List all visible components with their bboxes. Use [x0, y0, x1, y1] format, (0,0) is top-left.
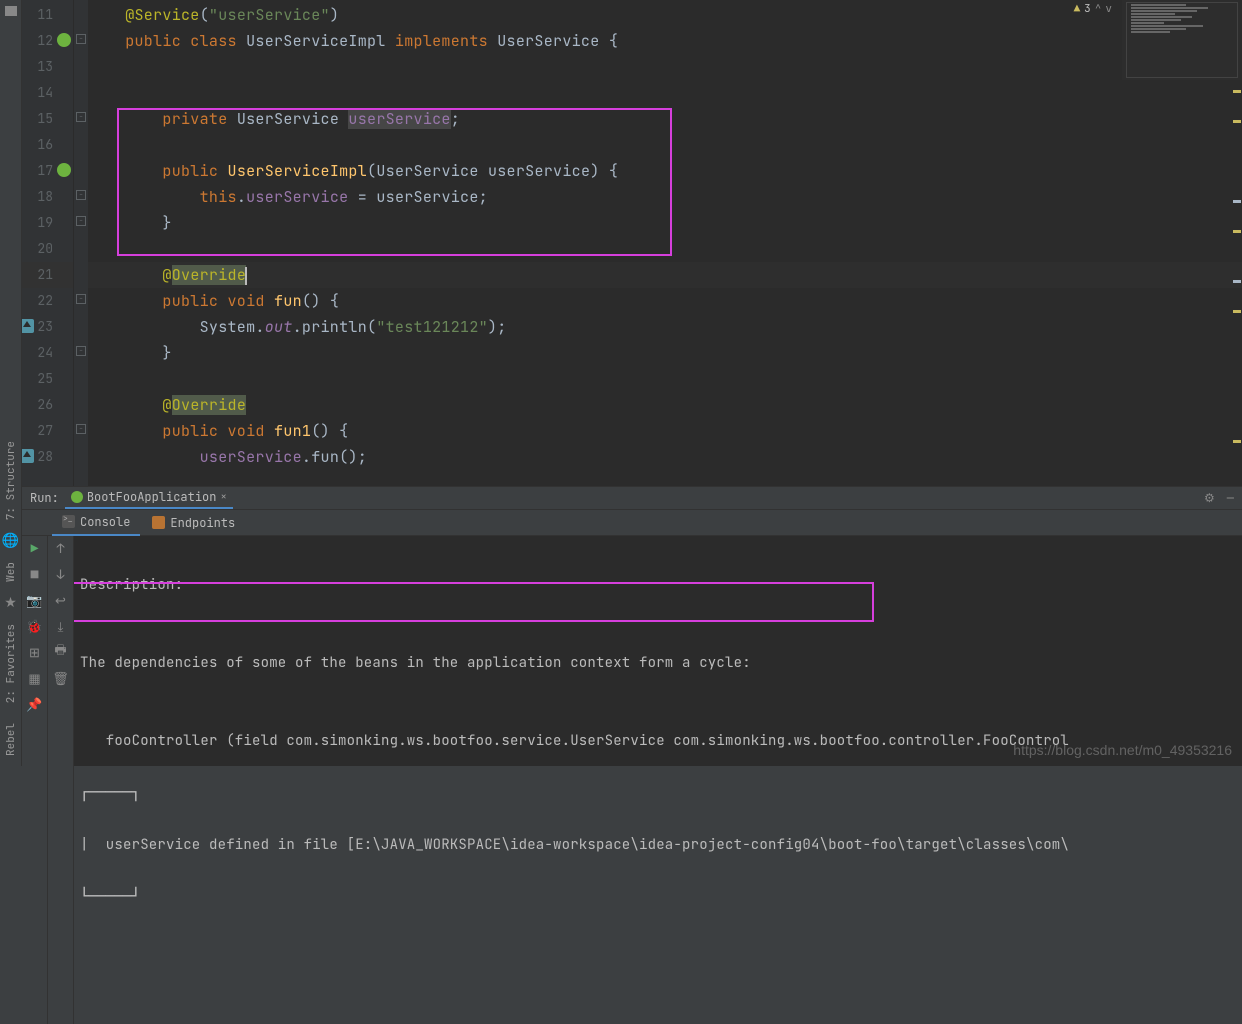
error-stripe[interactable] — [1230, 80, 1242, 486]
fold-marker-icon[interactable]: - — [76, 294, 86, 304]
fold-marker-icon[interactable]: - — [76, 112, 86, 122]
expand-icon[interactable]: v — [1105, 2, 1112, 16]
code-line: public UserServiceImpl(UserService userS… — [88, 158, 1242, 184]
console-line: | userService defined in file [E:\JAVA_W… — [80, 832, 1236, 858]
run-panel-header: Run: BootFooApplication × ⚙ — — [22, 487, 1242, 510]
code-line — [88, 54, 1242, 80]
run-tab-label: BootFooApplication — [87, 489, 217, 505]
spring-bean-icon[interactable] — [57, 163, 71, 177]
code-editor[interactable]: @Service("userService") public class Use… — [88, 0, 1242, 486]
line-number-gutter[interactable]: 11 12 13 14 15 16 17 18 19 20 21 22 23 2… — [22, 0, 74, 486]
left-tool-strip: 7: Structure 🌐 Web ★ 2: Favorites Rebel — [0, 0, 22, 766]
close-icon[interactable]: × — [220, 490, 227, 504]
fold-marker-icon[interactable]: - — [76, 424, 86, 434]
console-line: └─────┘ — [80, 884, 1236, 910]
code-line — [88, 236, 1242, 262]
hide-icon[interactable]: — — [1227, 490, 1234, 506]
console-line: Description: — [80, 572, 1236, 598]
fold-marker-icon[interactable]: - — [76, 216, 86, 226]
up-arrow-icon[interactable]: ↑ — [53, 540, 69, 556]
code-line: @Override — [88, 262, 1242, 288]
camera-icon[interactable]: 📷 — [27, 592, 43, 608]
fold-column[interactable]: - - - - - - - — [74, 0, 88, 486]
code-line: System.out.println("test121212"); — [88, 314, 1242, 340]
run-toolbar-primary: ▶ ■ 📷 🐞 ⊞ ▦ 📌 — [22, 536, 48, 1024]
code-line: public void fun1() { — [88, 418, 1242, 444]
code-line: @Override — [88, 392, 1242, 418]
run-body: ▶ ■ 📷 🐞 ⊞ ▦ 📌 ↑ ↓ ↩ ⤓ 🖶 🗑 Description: T… — [22, 536, 1242, 1024]
sidebar-tab-rebel[interactable]: Rebel — [2, 717, 20, 762]
editor-area: ▲ 3 ^ v 11 12 — [22, 0, 1242, 486]
spring-icon — [71, 491, 83, 503]
warning-icon: ▲ — [1074, 2, 1081, 16]
main-column: ▲ 3 ^ v 11 12 — [22, 0, 1242, 766]
code-line — [88, 366, 1242, 392]
globe-icon[interactable]: 🌐 — [4, 534, 18, 548]
spring-bean-icon[interactable] — [57, 33, 71, 47]
sidebar-tab-web[interactable]: Web — [2, 556, 20, 588]
warning-count: 3 — [1084, 2, 1091, 16]
gear-icon[interactable]: ⚙ — [1204, 490, 1215, 506]
fold-marker-icon[interactable]: - — [76, 346, 86, 356]
code-line: } — [88, 210, 1242, 236]
print-icon[interactable]: 🖶 — [53, 644, 69, 660]
run-panel: Run: BootFooApplication × ⚙ — Console En… — [22, 486, 1242, 766]
collapse-icon[interactable]: ^ — [1095, 2, 1102, 16]
trash-icon[interactable]: 🗑 — [53, 670, 69, 686]
console-output[interactable]: Description: The dependencies of some of… — [74, 536, 1242, 1024]
pin-icon[interactable]: 📌 — [27, 696, 43, 712]
scroll-icon[interactable]: ⤓ — [53, 618, 69, 634]
layout2-icon[interactable]: ▦ — [27, 670, 43, 686]
console-line: fooController (field com.simonking.ws.bo… — [80, 728, 1236, 754]
code-line: } — [88, 340, 1242, 366]
console-line: ┌─────┐ — [80, 780, 1236, 806]
code-line — [88, 132, 1242, 158]
sidebar-tab-favorites[interactable]: 2: Favorites — [2, 618, 20, 709]
star-icon[interactable]: ★ — [4, 596, 18, 610]
fold-marker-icon[interactable]: - — [76, 34, 86, 44]
console-line: The dependencies of some of the beans in… — [80, 650, 1236, 676]
project-icon[interactable] — [4, 4, 18, 18]
wrap-icon[interactable]: ↩ — [53, 592, 69, 608]
inspection-indicators[interactable]: ▲ 3 ^ v — [1074, 2, 1112, 16]
run-sub-tabs: Console Endpoints — [22, 510, 1242, 536]
fold-marker-icon[interactable]: - — [76, 190, 86, 200]
run-tab-bootfoo[interactable]: BootFooApplication × — [65, 487, 233, 509]
minimap[interactable] — [1122, 0, 1242, 80]
code-line: public class UserServiceImpl implements … — [88, 28, 1242, 54]
code-line — [88, 80, 1242, 106]
endpoints-icon — [152, 516, 165, 529]
code-line: @Service("userService") — [88, 2, 1242, 28]
console-icon — [62, 515, 75, 528]
run-toolbar-secondary: ↑ ↓ ↩ ⤓ 🖶 🗑 — [48, 536, 74, 1024]
code-line: public void fun() { — [88, 288, 1242, 314]
layout-icon[interactable]: ⊞ — [27, 644, 43, 660]
run-label: Run: — [30, 490, 59, 506]
bug-icon[interactable]: 🐞 — [27, 618, 43, 634]
rerun-button[interactable]: ▶ — [27, 540, 43, 556]
down-arrow-icon[interactable]: ↓ — [53, 566, 69, 582]
code-line: this.userService = userService; — [88, 184, 1242, 210]
stop-button[interactable]: ■ — [27, 566, 43, 582]
sidebar-tab-structure[interactable]: 7: Structure — [2, 435, 20, 526]
code-line: private UserService userService; — [88, 106, 1242, 132]
tab-endpoints[interactable]: Endpoints — [142, 511, 245, 535]
code-line: userService.fun(); — [88, 444, 1242, 470]
tab-console[interactable]: Console — [52, 510, 140, 536]
